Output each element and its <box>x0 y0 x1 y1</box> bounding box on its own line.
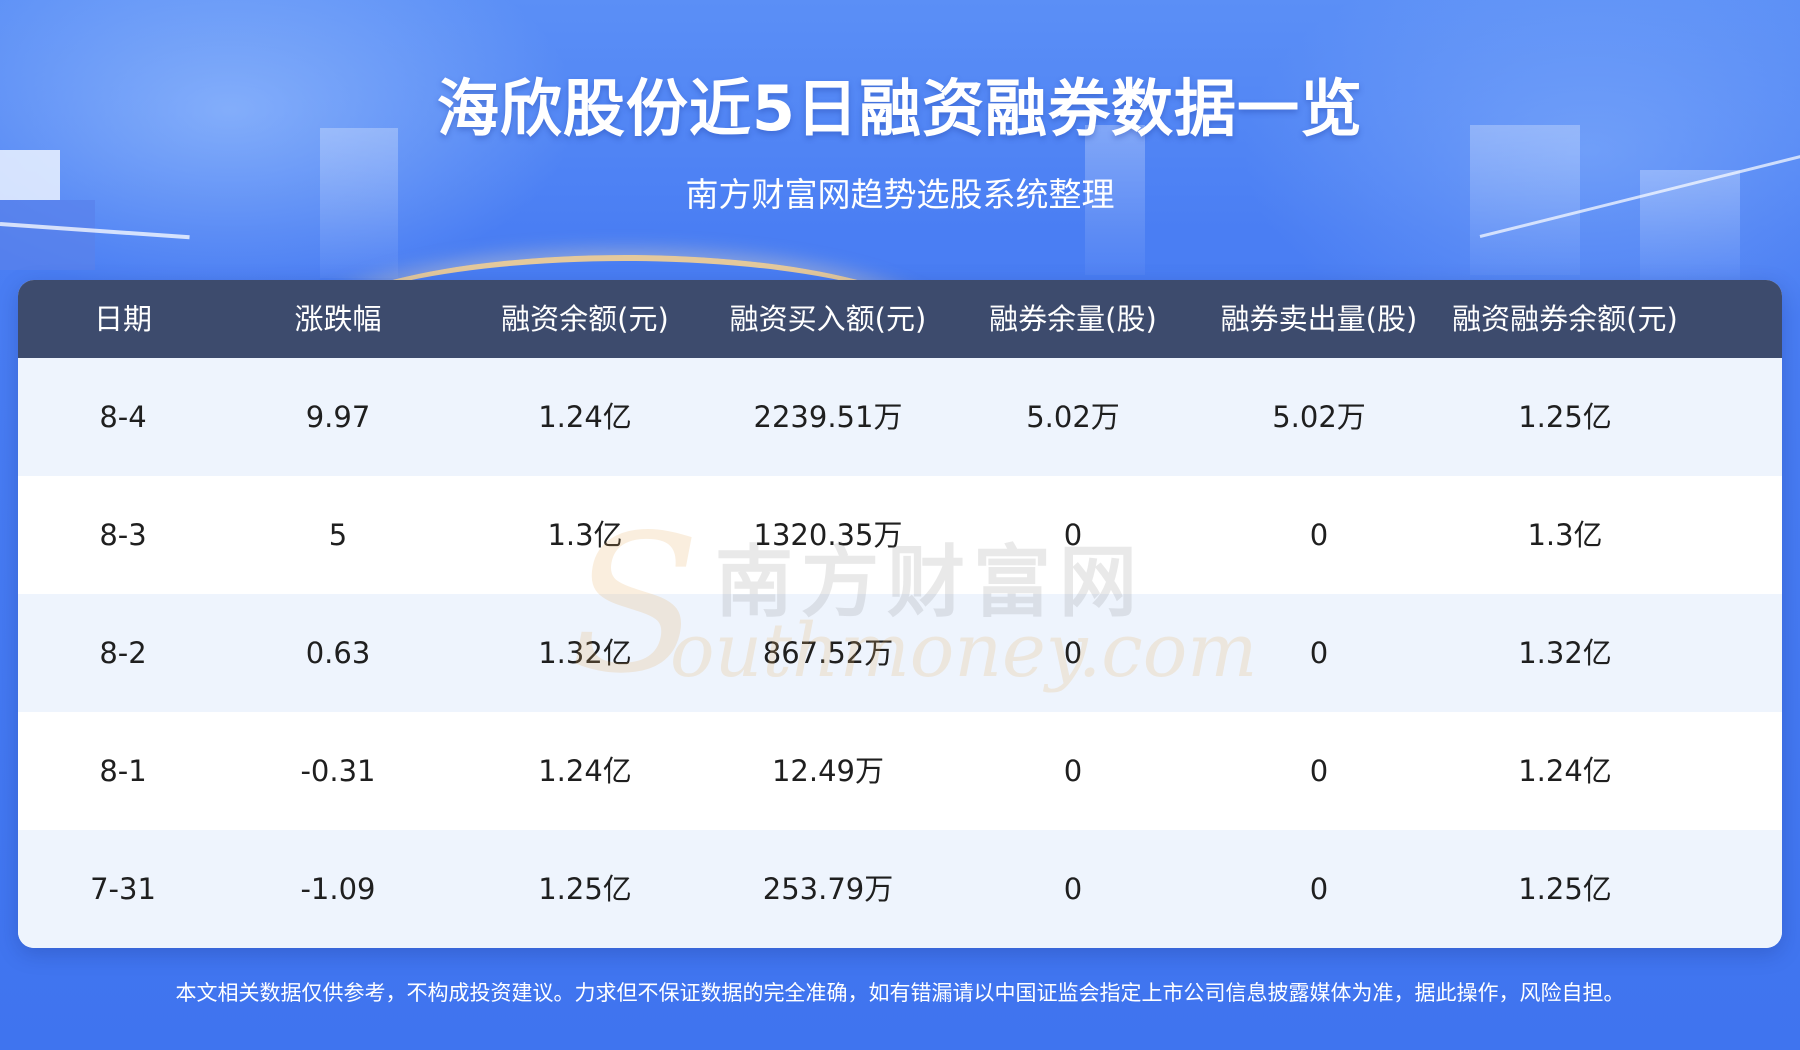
cell-date: 8-4 <box>99 400 147 434</box>
cell-financing-buy: 2239.51万 <box>753 400 903 434</box>
cell-short-balance: 0 <box>1063 518 1083 552</box>
cell-date: 7-31 <box>90 872 156 906</box>
cell-short-balance: 5.02万 <box>1026 400 1120 434</box>
cell-short-sell: 5.02万 <box>1272 400 1366 434</box>
page-title: 海欣股份近5日融资融券数据一览 <box>436 72 1364 145</box>
cell-financing-balance: 1.3亿 <box>547 518 623 552</box>
table-header: 日期 涨跌幅 融资余额(元) 融资买入额(元) 融券余量(股) 融券卖出量(股)… <box>18 280 1782 358</box>
cell-short-sell: 0 <box>1309 754 1329 788</box>
table-row: 8-2 0.63 1.32亿 867.52万 0 0 1.32亿 <box>18 594 1782 712</box>
cell-date: 8-3 <box>99 518 147 552</box>
cell-financing-buy: 867.52万 <box>762 636 894 670</box>
cell-financing-buy: 253.79万 <box>762 872 894 906</box>
column-header-short-balance: 融券余量(股) <box>989 302 1157 336</box>
cell-financing-balance: 1.32亿 <box>538 636 632 670</box>
cell-total-balance: 1.24亿 <box>1518 754 1612 788</box>
cell-change: 5 <box>328 518 348 552</box>
cell-short-sell: 0 <box>1309 636 1329 670</box>
cell-short-balance: 0 <box>1063 636 1083 670</box>
cell-total-balance: 1.25亿 <box>1518 400 1612 434</box>
cell-short-sell: 0 <box>1309 872 1329 906</box>
cell-change: 9.97 <box>305 400 371 434</box>
cell-total-balance: 1.32亿 <box>1518 636 1612 670</box>
table-row: 8-1 -0.31 1.24亿 12.49万 0 0 1.24亿 <box>18 712 1782 830</box>
column-header-change: 涨跌幅 <box>294 302 382 336</box>
table-row: 8-4 9.97 1.24亿 2239.51万 5.02万 5.02万 1.25… <box>18 358 1782 476</box>
cell-financing-balance: 1.25亿 <box>538 872 632 906</box>
cell-change: 0.63 <box>305 636 371 670</box>
margin-trading-table: 日期 涨跌幅 融资余额(元) 融资买入额(元) 融券余量(股) 融券卖出量(股)… <box>18 280 1782 948</box>
column-header-total-balance: 融资融券余额(元) <box>1452 302 1678 336</box>
cell-date: 8-2 <box>99 636 147 670</box>
table-row: 7-31 -1.09 1.25亿 253.79万 0 0 1.25亿 <box>18 830 1782 948</box>
column-header-short-sell: 融券卖出量(股) <box>1220 302 1418 336</box>
cell-short-balance: 0 <box>1063 754 1083 788</box>
cell-total-balance: 1.3亿 <box>1527 518 1603 552</box>
cell-total-balance: 1.25亿 <box>1518 872 1612 906</box>
cell-financing-balance: 1.24亿 <box>538 754 632 788</box>
cell-financing-buy: 12.49万 <box>771 754 885 788</box>
column-header-financing-buy: 融资买入额(元) <box>729 302 927 336</box>
cell-change: -0.31 <box>300 754 376 788</box>
column-header-financing-balance: 融资余额(元) <box>501 302 669 336</box>
column-header-date: 日期 <box>93 302 152 336</box>
cell-date: 8-1 <box>99 754 147 788</box>
cell-financing-buy: 1320.35万 <box>753 518 903 552</box>
cell-short-balance: 0 <box>1063 872 1083 906</box>
cell-short-sell: 0 <box>1309 518 1329 552</box>
cell-financing-balance: 1.24亿 <box>538 400 632 434</box>
cell-change: -1.09 <box>300 872 376 906</box>
page-subtitle: 南方财富网趋势选股系统整理 <box>685 175 1115 214</box>
disclaimer-text: 本文相关数据仅供参考，不构成投资建议。力求但不保证数据的完全准确，如有错漏请以中… <box>175 981 1625 1005</box>
table-row: 8-3 5 1.3亿 1320.35万 0 0 1.3亿 <box>18 476 1782 594</box>
